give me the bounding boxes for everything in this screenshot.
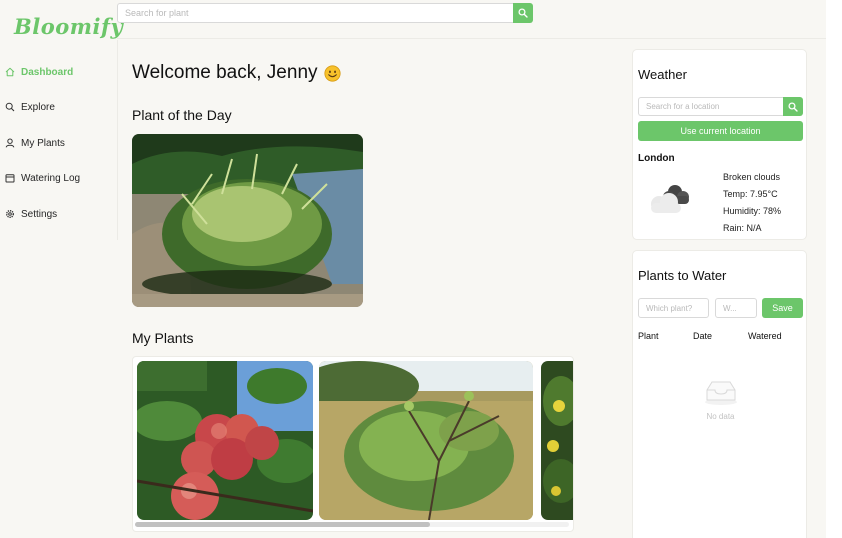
- plant-card[interactable]: [137, 361, 313, 520]
- header-divider: [117, 38, 826, 39]
- use-current-location-button[interactable]: Use current location: [638, 121, 803, 141]
- weather-card: Weather Use current location London Brok…: [632, 49, 807, 240]
- weather-title: Weather: [638, 67, 687, 82]
- sidebar-item-label: Watering Log: [21, 172, 81, 184]
- weather-city: London: [638, 153, 675, 164]
- plant-card[interactable]: [541, 361, 573, 520]
- my-plants-title: My Plants: [132, 330, 194, 346]
- app-logo[interactable]: Bloomify: [14, 14, 123, 39]
- sidebar-item-explore[interactable]: Explore: [0, 93, 117, 121]
- weather-rain: Rain: N/A: [723, 223, 762, 233]
- smiley-icon: [323, 64, 341, 82]
- cloud-icon: [651, 185, 689, 213]
- location-search-button[interactable]: [783, 97, 803, 116]
- search-icon: [788, 101, 798, 112]
- column-header-plant: Plant: [638, 331, 659, 341]
- sidebar-item-label: Explore: [21, 101, 55, 113]
- plants-to-water-card: Plants to Water Save Plant Date Watered …: [632, 250, 807, 538]
- sidebar-item-dashboard[interactable]: Dashboard: [0, 58, 117, 86]
- water-date-input[interactable]: [715, 298, 757, 318]
- sidebar-item-my-plants[interactable]: My Plants: [0, 129, 117, 157]
- user-icon: [5, 138, 15, 148]
- main-content: Welcome back, Jenny Plant of the Day My …: [117, 46, 604, 538]
- weather-temp: Temp: 7.95°C: [723, 189, 778, 199]
- plants-to-water-title: Plants to Water: [638, 268, 727, 283]
- save-button[interactable]: Save: [762, 298, 803, 318]
- apple-tree-photo: [137, 361, 313, 520]
- sidebar-item-label: My Plants: [21, 137, 65, 149]
- empty-state-text: No data: [706, 412, 735, 421]
- sidebar-item-watering-log[interactable]: Watering Log: [0, 164, 117, 192]
- plant-of-day-image[interactable]: [132, 134, 363, 307]
- location-search: [638, 97, 803, 116]
- ornamental-grass-photo: [132, 134, 363, 307]
- plant-search-input[interactable]: [117, 3, 513, 23]
- plant-search: [117, 3, 533, 23]
- search-icon: [5, 102, 15, 112]
- welcome-text: Welcome back, Jenny: [132, 62, 318, 83]
- gear-icon: [6, 210, 14, 218]
- empty-inbox-icon: [705, 381, 737, 405]
- yellow-flower-photo: [541, 361, 573, 520]
- location-search-input[interactable]: [638, 97, 783, 116]
- welcome-heading: Welcome back, Jenny: [132, 62, 341, 84]
- home-icon: [5, 67, 15, 77]
- column-header-date: Date: [693, 331, 713, 341]
- sidebar-item-label: Dashboard: [21, 66, 74, 78]
- app-window: Bloomify Dashboard Explore My Plants Wat…: [0, 0, 826, 538]
- which-plant-input[interactable]: [638, 298, 709, 318]
- weather-humidity: Humidity: 78%: [723, 206, 782, 216]
- wild-shrub-photo: [319, 361, 533, 520]
- my-plants-carousel[interactable]: [132, 356, 574, 532]
- weather-condition: Broken clouds: [723, 172, 781, 182]
- search-icon: [518, 8, 528, 18]
- window-edge: [826, 0, 842, 538]
- sidebar-item-settings[interactable]: Settings: [0, 200, 117, 228]
- calendar-icon: [5, 174, 15, 183]
- plant-of-day-title: Plant of the Day: [132, 107, 232, 123]
- sidebar-item-label: Settings: [21, 208, 58, 220]
- carousel-scrollbar-thumb[interactable]: [135, 522, 430, 527]
- plant-card[interactable]: [319, 361, 533, 520]
- column-header-watered: Watered: [748, 331, 782, 341]
- plant-search-button[interactable]: [513, 3, 533, 23]
